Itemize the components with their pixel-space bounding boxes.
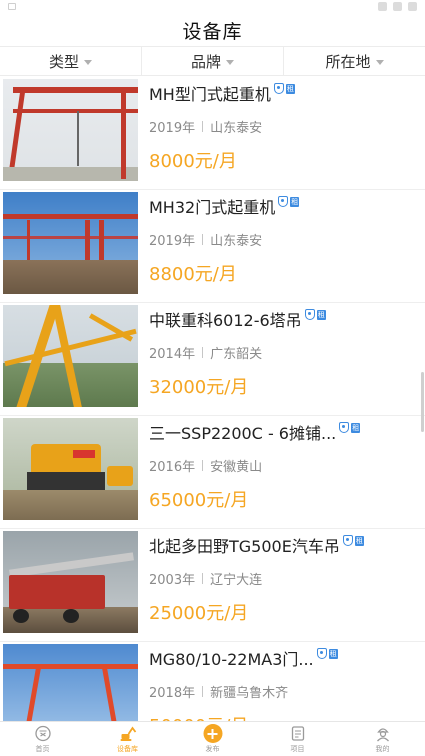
item-price: 25000元/月 [149,603,249,624]
home-icon [34,725,51,742]
item-location: 新疆乌鲁木齐 [210,686,289,701]
item-location: 辽宁大连 [210,573,263,588]
item-price: 8800元/月 [149,264,237,285]
item-location: 安徽黄山 [210,460,263,475]
tab-home[interactable]: 首页 [0,722,85,756]
scrollbar[interactable] [421,372,424,432]
notification-icon [8,3,16,10]
item-location: 山东泰安 [210,121,263,136]
item-name: MG80/10-22MA3门... [149,650,314,669]
rent-badge: 租 [351,422,361,433]
equipment-list[interactable]: MH型门式起重机 租 2019年 山东泰安 8000元/月 MH32门式起重机 租… [0,77,425,721]
rent-badge: 租 [285,83,295,94]
item-price: 65000元/月 [149,490,249,511]
filter-bar: 类型 品牌 所在地 [0,46,425,76]
verified-shield-icon [304,309,315,320]
item-year: 2016年 [149,460,196,475]
filter-type[interactable]: 类型 [0,47,141,75]
tab-publish[interactable]: 发布 [170,722,255,756]
list-item[interactable]: 中联重科6012-6塔吊 租 2014年 广东韶关 32000元/月 [0,303,425,416]
tab-home-label: 首页 [35,745,50,753]
page-title: 设备库 [182,20,243,43]
item-year: 2014年 [149,347,196,362]
filter-brand-label: 品牌 [190,52,221,71]
rent-badge: 租 [354,535,364,546]
caret-down-icon [84,59,92,65]
verified-shield-icon [273,83,284,94]
status-bar [0,0,425,14]
item-location: 山东泰安 [210,234,263,249]
equipment-photo [3,531,138,633]
item-name: 中联重科6012-6塔吊 [149,311,302,330]
list-item[interactable]: 三一SSP2200C - 6摊铺... 租 2016年 安徽黄山 65000元/月 [0,416,425,529]
equipment-photo [3,418,138,520]
verified-shield-icon [342,535,353,546]
item-year: 2019年 [149,234,196,249]
rent-badge: 租 [290,196,300,207]
equipment-photo [3,79,138,181]
item-name: 北起多田野TG500E汽车吊 [149,537,340,556]
list-item[interactable]: MG80/10-22MA3门... 租 2018年新疆乌鲁木齐 50000元/月 [0,642,425,721]
filter-brand[interactable]: 品牌 [141,47,283,75]
item-name: 三一SSP2200C - 6摊铺... [149,424,337,443]
tab-bar: 首页 设备库 发布 项目 我的 [0,721,425,756]
verified-shield-icon [339,422,350,433]
list-item[interactable]: 北起多田野TG500E汽车吊 租 2003年 辽宁大连 25000元/月 [0,529,425,642]
item-price: 32000元/月 [149,377,249,398]
tab-equipment-label: 设备库 [117,745,138,753]
equipment-photo [3,305,138,407]
filter-location[interactable]: 所在地 [283,47,425,75]
nav-bar: 设备库 [0,14,425,46]
item-year: 2019年 [149,121,196,136]
user-helmet-icon [376,728,389,742]
filter-type-label: 类型 [48,52,79,71]
item-location: 广东韶关 [210,347,263,362]
item-name: MH32门式起重机 [149,198,276,217]
signal-icon [378,2,387,11]
equipment-photo [3,644,138,721]
tab-projects[interactable]: 项目 [255,722,340,756]
battery-icon [408,2,417,11]
item-price: 8000元/月 [149,151,237,172]
item-price: 50000元/月 [149,712,248,721]
wifi-icon [393,2,402,11]
verified-shield-icon [278,196,289,207]
plus-icon [203,724,222,743]
excavator-icon [120,726,136,741]
item-year: 2018年 [149,686,196,701]
tab-publish-label: 发布 [205,745,220,753]
verified-shield-icon [316,648,327,659]
tab-projects-label: 项目 [290,745,305,753]
caret-down-icon [226,59,234,65]
equipment-photo [3,192,138,294]
caret-down-icon [375,59,384,65]
rent-badge: 租 [328,648,338,659]
document-icon [291,726,304,741]
tab-equipment[interactable]: 设备库 [85,722,170,756]
status-icons [378,2,417,11]
rent-badge: 租 [316,309,326,320]
tab-mine-label: 我的 [375,745,390,753]
tab-mine[interactable]: 我的 [340,722,425,756]
filter-location-label: 所在地 [325,52,371,71]
list-item[interactable]: MH型门式起重机 租 2019年 山东泰安 8000元/月 [0,77,425,190]
list-item[interactable]: MH32门式起重机 租 2019年 山东泰安 8800元/月 [0,190,425,303]
item-name: MH型门式起重机 [149,85,271,104]
item-year: 2003年 [149,573,196,588]
